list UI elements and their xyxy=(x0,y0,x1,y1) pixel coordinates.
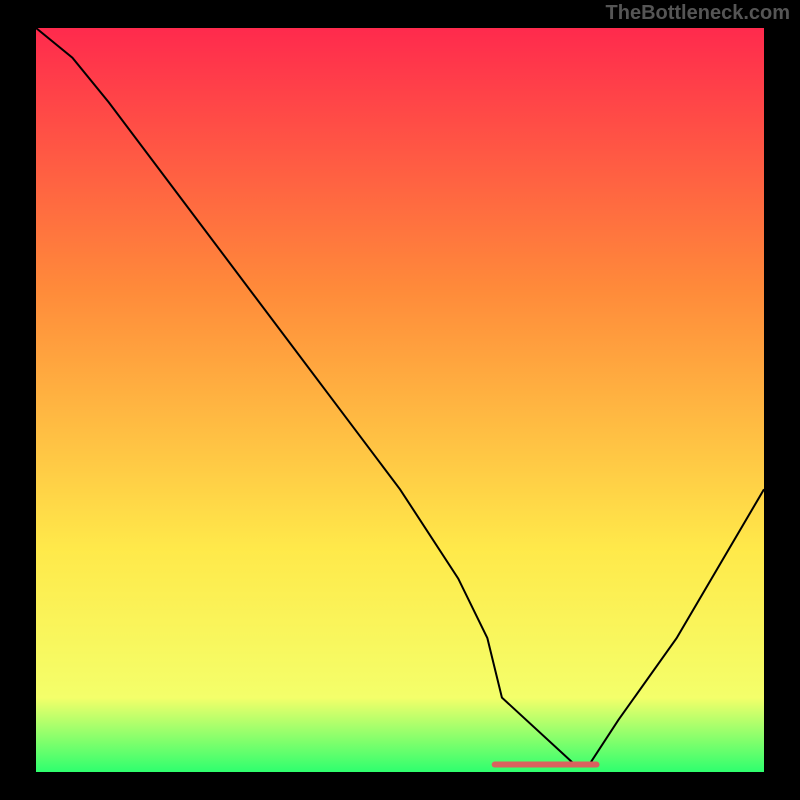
chart-svg xyxy=(36,28,764,772)
plot-area xyxy=(36,28,764,772)
watermark-text: TheBottleneck.com xyxy=(606,2,790,25)
gradient-bg xyxy=(36,28,764,772)
chart-frame: TheBottleneck.com xyxy=(0,0,800,800)
